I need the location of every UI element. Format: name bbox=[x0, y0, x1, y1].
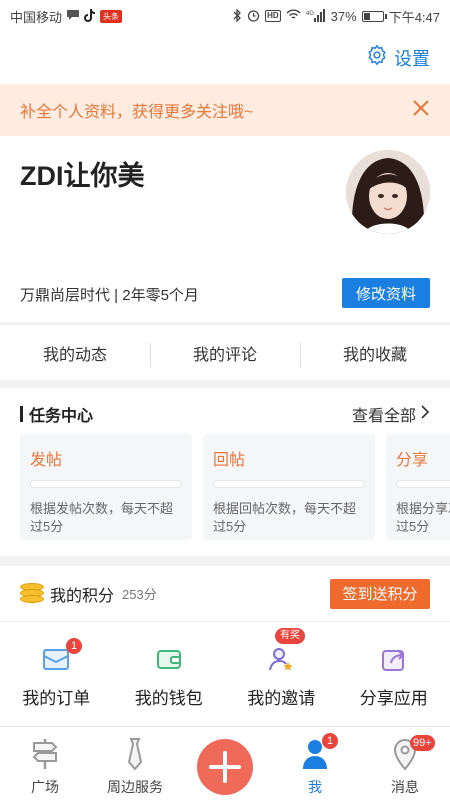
view-all-button[interactable]: 查看全部 bbox=[352, 402, 430, 426]
action-label: 我的钱包 bbox=[134, 689, 203, 708]
wallet-icon bbox=[155, 646, 183, 672]
chat-bubble-icon bbox=[66, 9, 80, 23]
tie-icon bbox=[119, 737, 151, 771]
nav-plaza[interactable]: 广场 bbox=[0, 727, 90, 800]
order-badge: 1 bbox=[66, 638, 82, 654]
plus-icon bbox=[209, 751, 241, 783]
toutiao-badge: 头条 bbox=[100, 9, 123, 23]
edit-profile-button[interactable]: 修改资料 bbox=[342, 278, 430, 308]
task-progress-bar bbox=[396, 480, 450, 488]
view-all-label: 查看全部 bbox=[351, 408, 416, 425]
action-label: 分享应用 bbox=[359, 689, 428, 708]
profile-completion-notice[interactable]: 补全个人资料，获得更多关注哦~ bbox=[0, 84, 450, 136]
task-card-reply[interactable]: 回帖 根据回帖次数，每天不超过5分 bbox=[203, 434, 375, 540]
tiktok-icon bbox=[84, 8, 96, 24]
share-icon bbox=[380, 646, 408, 672]
nav-me[interactable]: 1 我 bbox=[270, 727, 360, 800]
task-card-title: 回帖 bbox=[213, 452, 246, 469]
task-card-text: 根据分享次数，每天不超过5分 bbox=[396, 501, 450, 534]
carrier-label: 中国移动 bbox=[10, 9, 63, 25]
me-badge: 1 bbox=[322, 733, 338, 749]
checkin-button[interactable]: 签到送积分 bbox=[330, 578, 430, 609]
task-card-title: 发帖 bbox=[30, 452, 63, 469]
my-invites-button[interactable]: 有奖 我的邀请 bbox=[225, 622, 338, 726]
hd-icon: HD bbox=[265, 10, 281, 22]
task-progress-bar bbox=[30, 480, 182, 488]
my-orders-button[interactable]: 1 我的订单 bbox=[0, 622, 113, 726]
alarm-icon bbox=[247, 9, 260, 24]
reward-badge: 有奖 bbox=[275, 628, 305, 644]
task-center-label: 任务中心 bbox=[29, 408, 94, 425]
nav-label: 消息 bbox=[391, 779, 419, 795]
bluetooth-icon bbox=[233, 7, 242, 24]
settings-button[interactable]: 设置 bbox=[366, 44, 430, 71]
nav-create[interactable] bbox=[180, 727, 270, 800]
battery-icon bbox=[361, 10, 387, 22]
points-value: 253分 bbox=[122, 587, 157, 602]
settings-label: 设置 bbox=[394, 48, 430, 69]
profile-card: ZDI让你美 万鼎尚层时代 | 2年零5个月 修改资料 bbox=[0, 136, 450, 322]
task-progress-bar bbox=[213, 480, 365, 488]
section-bar bbox=[20, 406, 23, 422]
my-wallet-button[interactable]: 我的钱包 bbox=[113, 622, 226, 726]
quick-actions: 1 我的订单 我的钱包 有奖 我的邀请 分享应用 bbox=[0, 622, 450, 726]
status-bar: 中国移动 头条 HD 4G 37% 下午4:47 bbox=[0, 0, 450, 32]
signpost-icon bbox=[29, 737, 61, 771]
invite-icon bbox=[267, 646, 295, 672]
activity-tabs: 我的动态 我的评论 我的收藏 bbox=[0, 324, 450, 380]
nav-label: 广场 bbox=[31, 779, 59, 795]
task-center-title: 任务中心 bbox=[20, 402, 93, 426]
clock-time: 下午4:47 bbox=[388, 9, 440, 25]
task-card-text: 根据发帖次数，每天不超过5分 bbox=[30, 501, 174, 534]
tab-my-comments[interactable]: 我的评论 bbox=[150, 341, 300, 367]
chevron-right-icon bbox=[420, 404, 430, 425]
tab-my-posts[interactable]: 我的动态 bbox=[0, 341, 150, 365]
tab-my-favorites[interactable]: 我的收藏 bbox=[300, 341, 450, 367]
task-card-share[interactable]: 分享 根据分享次数，每天不超过5分 bbox=[386, 434, 450, 540]
close-icon[interactable] bbox=[412, 99, 430, 121]
nav-messages[interactable]: 99+ 消息 bbox=[360, 727, 450, 800]
nav-label: 周边服务 bbox=[107, 779, 163, 795]
task-card-title: 分享 bbox=[396, 452, 429, 469]
battery-percent: 37% bbox=[330, 8, 357, 24]
profile-description: 万鼎尚层时代 | 2年零5个月 bbox=[20, 287, 199, 304]
username: ZDI让你美 bbox=[20, 161, 145, 191]
nav-label: 我 bbox=[308, 779, 322, 795]
action-label: 我的邀请 bbox=[247, 689, 316, 708]
coins-icon bbox=[20, 582, 44, 605]
notice-text: 补全个人资料，获得更多关注哦~ bbox=[20, 104, 254, 121]
points-row: 我的积分 253分 签到送积分 bbox=[0, 566, 450, 622]
task-card-post[interactable]: 发帖 根据发帖次数，每天不超过5分 bbox=[20, 434, 192, 540]
share-app-button[interactable]: 分享应用 bbox=[338, 622, 450, 726]
top-bar: 设置 bbox=[0, 32, 450, 84]
task-cards: 发帖 根据发帖次数，每天不超过5分 回帖 根据回帖次数，每天不超过5分 分享 根… bbox=[20, 434, 450, 540]
gear-icon bbox=[366, 44, 388, 71]
plus-button[interactable] bbox=[197, 739, 253, 795]
bottom-nav: 广场 周边服务 1 我 99+ 消息 bbox=[0, 726, 450, 800]
signal-icon: 4G bbox=[306, 8, 326, 24]
nav-nearby-services[interactable]: 周边服务 bbox=[90, 727, 180, 800]
task-center: 任务中心 查看全部 发帖 根据发帖次数，每天不超过5分 回帖 根据回帖次数，每天… bbox=[0, 388, 450, 556]
messages-badge: 99+ bbox=[410, 735, 435, 751]
task-card-text: 根据回帖次数，每天不超过5分 bbox=[213, 501, 357, 534]
action-label: 我的订单 bbox=[22, 689, 91, 708]
points-label: 我的积分 bbox=[50, 587, 115, 605]
avatar[interactable] bbox=[346, 150, 430, 234]
svg-text:4G: 4G bbox=[306, 11, 314, 17]
wifi-icon bbox=[286, 9, 301, 23]
